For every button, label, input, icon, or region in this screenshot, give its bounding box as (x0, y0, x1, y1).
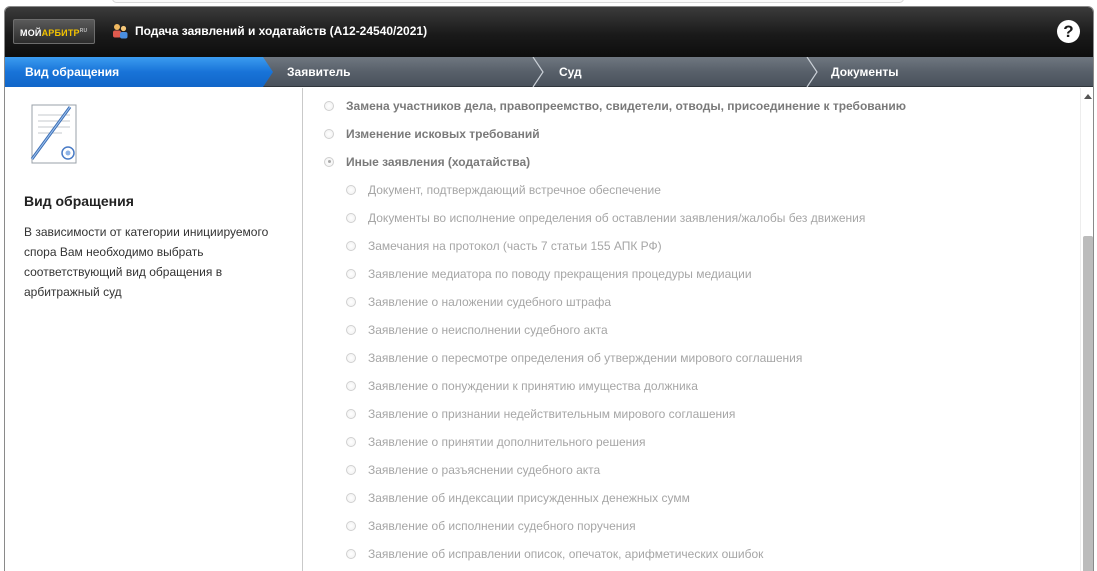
sub-option-label: Документы во исполнение определения об о… (368, 211, 866, 225)
sub-option[interactable]: Документ, подтверждающий встречное обесп… (346, 180, 661, 200)
option-label: Замена участников дела, правопреемство, … (346, 99, 907, 113)
radio-button[interactable] (346, 408, 356, 419)
sub-option-label: Заявление о понуждении к принятию имущес… (368, 379, 698, 393)
panel-title: Вид обращения (24, 193, 134, 209)
sub-option[interactable]: Заявление о пересмотре определения об ут… (346, 348, 802, 368)
app-window: МОЙАРБИТРRU Подача заявлений и ходатайст… (4, 6, 1094, 571)
panel-description: В зависимости от категории инициируемого… (24, 225, 269, 299)
sub-option-label: Заявление о наложении судебного штрафа (368, 295, 612, 309)
sub-option-label: Заявление об индексации присужденных ден… (368, 491, 690, 505)
people-icon (113, 24, 128, 39)
sub-option-label: Заявление о пересмотре определения об ут… (368, 351, 803, 365)
logo-brand: АРБИТР (41, 28, 80, 38)
sub-option[interactable]: Заявление о понуждении к принятию имущес… (346, 376, 698, 396)
option-change-claims[interactable]: Изменение исковых требований (324, 124, 540, 144)
sub-option-label: Заявление медиатора по поводу прекращени… (368, 267, 752, 281)
logo-moy-arbitr[interactable]: МОЙАРБИТРRU (13, 19, 95, 44)
radio-button[interactable] (346, 184, 356, 195)
sub-option-label: Заявление о неисполнении судебного акта (368, 323, 608, 337)
scrollbar-thumb[interactable] (1083, 236, 1093, 571)
radio-button[interactable] (346, 464, 356, 475)
sub-option-label: Заявление о признании недействительным м… (368, 407, 736, 421)
sub-option[interactable]: Документы во исполнение определения об о… (346, 208, 865, 228)
sub-option[interactable]: Заявление медиатора по поводу прекращени… (346, 264, 752, 284)
browser-top-strip (0, 0, 1097, 5)
radio-button[interactable] (324, 100, 334, 111)
sub-option[interactable]: Заявление о признании недействительным м… (346, 404, 735, 424)
sub-option[interactable]: Заявление о принятии дополнительного реш… (346, 432, 645, 452)
radio-button[interactable] (346, 380, 356, 391)
radio-button[interactable] (346, 296, 356, 307)
document-signature-icon (30, 104, 77, 164)
option-other-applications[interactable]: Иные заявления (ходатайства) (324, 152, 530, 172)
radio-button[interactable] (346, 492, 356, 503)
radio-button[interactable] (346, 520, 356, 531)
sub-option[interactable]: Заявление об исправлении описок, опечато… (346, 544, 763, 564)
step-vid-obrashcheniya[interactable]: Вид обращения (25, 65, 119, 79)
logo-ru: RU (79, 28, 88, 34)
radio-button[interactable] (346, 212, 356, 223)
address-bar-edge (112, 0, 904, 3)
radio-button[interactable] (346, 548, 356, 559)
scroll-up-icon[interactable] (1084, 94, 1092, 99)
sub-option[interactable]: Замечания на протокол (часть 7 статьи 15… (346, 236, 662, 256)
radio-button[interactable] (346, 352, 356, 363)
step-zayavitel[interactable]: Заявитель (287, 65, 351, 79)
radio-button[interactable] (324, 128, 334, 139)
sub-option[interactable]: Заявление об исполнении судебного поруче… (346, 516, 636, 536)
logo-moy: МОЙ (20, 28, 42, 38)
step-separator-icon (806, 57, 818, 87)
sub-option-label: Заявление о разъяснении судебного акта (368, 463, 601, 477)
app-header: МОЙАРБИТРRU Подача заявлений и ходатайст… (5, 7, 1093, 57)
vertical-scrollbar[interactable] (1080, 88, 1093, 571)
options-list: Замена участников дела, правопреемство, … (304, 88, 1080, 571)
radio-button[interactable] (324, 156, 334, 167)
sub-option-label: Документ, подтверждающий встречное обесп… (368, 183, 661, 197)
sub-option-label: Замечания на протокол (часть 7 статьи 15… (368, 239, 662, 253)
radio-button[interactable] (346, 268, 356, 279)
help-icon[interactable]: ? (1057, 20, 1080, 43)
page-title: Подача заявлений и ходатайств (А12-24540… (135, 24, 428, 38)
sub-option[interactable]: Заявление о наложении судебного штрафа (346, 292, 611, 312)
option-replacement-participants[interactable]: Замена участников дела, правопреемство, … (324, 96, 906, 116)
sub-option[interactable]: Заявление о разъяснении судебного акта (346, 460, 600, 480)
step-separator-icon (532, 57, 544, 87)
wizard-steps: Вид обращения Заявитель Суд Документы (5, 57, 1093, 87)
option-label: Иные заявления (ходатайства) (346, 155, 531, 169)
radio-button[interactable] (346, 436, 356, 447)
option-label: Изменение исковых требований (346, 127, 540, 141)
left-info-panel: Вид обращения В зависимости от категории… (5, 88, 303, 571)
sub-option-label: Заявление о принятии дополнительного реш… (368, 435, 646, 449)
sub-option-label: Заявление об исправлении описок, опечато… (368, 547, 764, 561)
sub-option[interactable]: Заявление о неисполнении судебного акта (346, 320, 608, 340)
radio-button[interactable] (346, 240, 356, 251)
step-dokumenty[interactable]: Документы (831, 65, 898, 79)
sub-option[interactable]: Заявление об индексации присужденных ден… (346, 488, 690, 508)
step-sud[interactable]: Суд (559, 65, 582, 79)
sub-option-label: Заявление об исполнении судебного поруче… (368, 519, 636, 533)
radio-button[interactable] (346, 324, 356, 335)
